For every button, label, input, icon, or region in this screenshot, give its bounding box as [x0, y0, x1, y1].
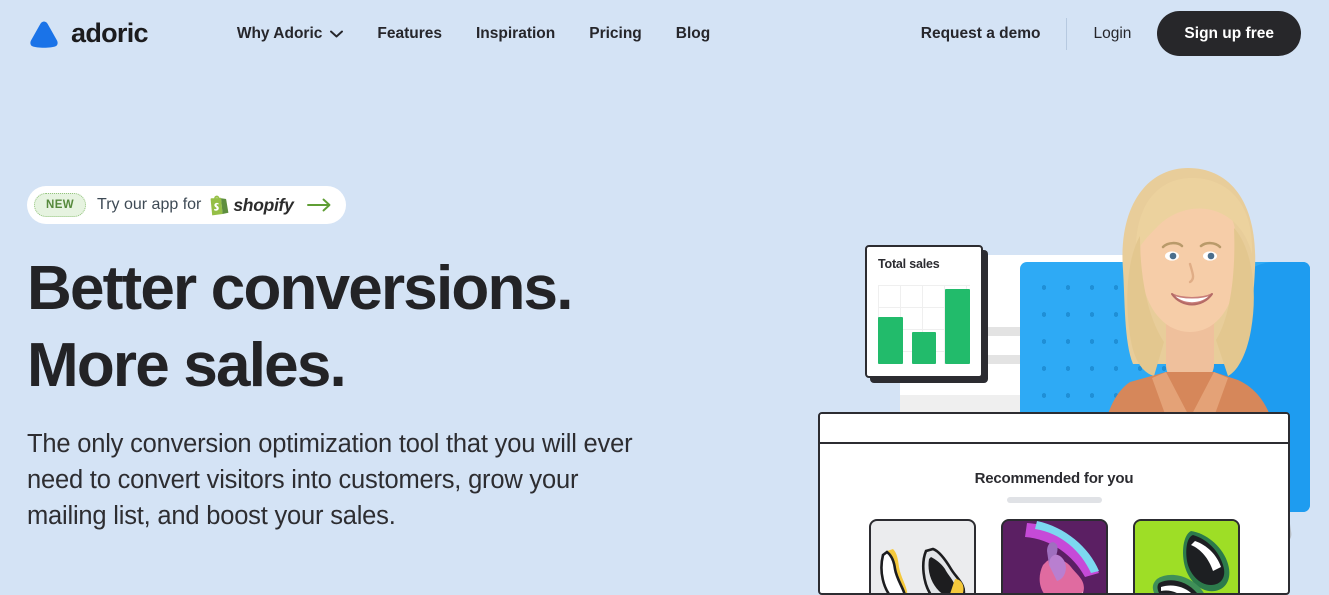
brand-name: adoric	[71, 18, 149, 48]
nav-label-why-adoric: Why Adoric	[236, 24, 323, 42]
badge-text: Try our app for	[97, 196, 202, 213]
recommended-title: Recommended for you	[974, 470, 1134, 487]
product-card-green-sneakers[interactable]	[1132, 519, 1240, 593]
hero-content: NEW Try our app for shopify Better conve…	[27, 186, 707, 534]
shopify-wordmark: shopify	[233, 194, 294, 215]
nav-item-why-adoric[interactable]: Why Adoric	[220, 17, 361, 51]
bar-chart-plot	[878, 285, 971, 364]
arrow-right-icon	[294, 198, 332, 212]
shopify-promo-badge[interactable]: NEW Try our app for shopify	[27, 186, 346, 224]
request-demo-link[interactable]: Request a demo	[921, 25, 1041, 43]
nav-label-inspiration: Inspiration	[476, 24, 556, 42]
recommended-products-panel: Recommended for you	[818, 412, 1290, 595]
main-nav: Why Adoric Features Inspiration Pricing …	[220, 17, 727, 51]
product-card-list	[820, 519, 1288, 593]
site-header: adoric Why Adoric Features Inspiration P…	[0, 0, 1329, 67]
shopify-bag-icon	[201, 195, 229, 216]
chart-bar	[878, 316, 903, 364]
nav-item-pricing[interactable]: Pricing	[572, 17, 659, 51]
nav-item-inspiration[interactable]: Inspiration	[459, 17, 572, 51]
nav-item-features[interactable]: Features	[360, 17, 459, 51]
headline-line-2: More sales.	[27, 331, 347, 400]
header-actions: Request a demo Login Sign up free	[921, 11, 1301, 56]
brand-logo[interactable]: adoric	[28, 18, 149, 49]
nav-label-pricing: Pricing	[589, 24, 642, 42]
nav-label-blog: Blog	[675, 24, 711, 42]
nav-item-blog[interactable]: Blog	[659, 17, 727, 51]
hero-illustration: Total sales Recommended for you	[760, 150, 1329, 595]
chart-bar	[945, 288, 971, 364]
product-card-pink-purple-sneaker[interactable]	[1000, 519, 1108, 593]
headline-line-1: Better conversions.	[27, 254, 573, 323]
header-divider	[1066, 17, 1068, 50]
chevron-down-icon	[330, 30, 344, 38]
chart-bar	[911, 332, 937, 364]
total-sales-chart-card: Total sales	[865, 245, 983, 378]
panel-top-bar	[820, 414, 1288, 444]
chart-title: Total sales	[878, 257, 940, 271]
page-title: Better conversions. More sales.	[27, 250, 707, 404]
recommended-subtitle-placeholder	[1006, 497, 1102, 503]
landing-page: adoric Why Adoric Features Inspiration P…	[0, 0, 1329, 595]
login-link[interactable]: Login	[1093, 25, 1131, 43]
adoric-triangle-logo-icon	[28, 19, 60, 49]
new-tag: NEW	[34, 193, 87, 217]
hero-subheading: The only conversion optimization tool th…	[27, 430, 633, 530]
signup-free-button[interactable]: Sign up free	[1157, 11, 1301, 56]
nav-label-features: Features	[377, 24, 442, 42]
product-card-white-black-sneakers[interactable]	[868, 519, 976, 593]
